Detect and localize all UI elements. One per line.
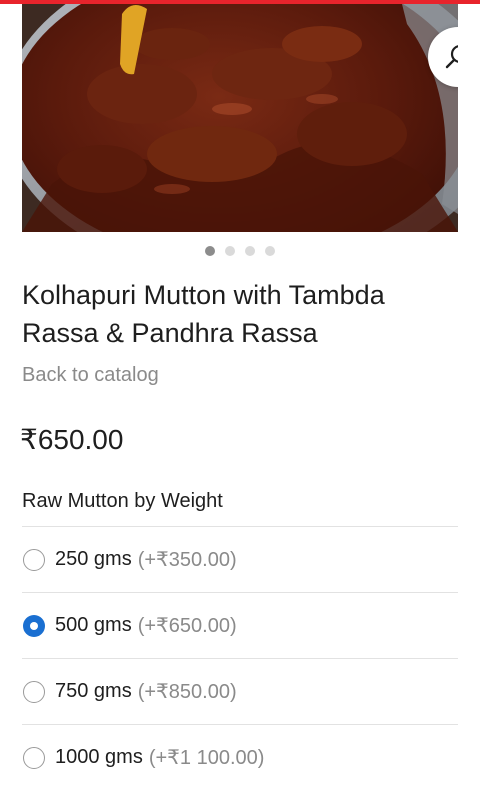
- option-label: 500 gms: [55, 614, 132, 636]
- carousel-dot-3[interactable]: [245, 246, 255, 256]
- option-label: 1000 gms: [55, 746, 143, 768]
- back-to-catalog-link[interactable]: Back to catalog: [22, 364, 159, 387]
- option-500-gms[interactable]: 500 gms (+₹650.00): [22, 593, 458, 659]
- carousel-dot-2[interactable]: [225, 246, 235, 256]
- option-1000-gms[interactable]: 1000 gms (+₹1 100.00): [22, 725, 458, 790]
- option-750-gms[interactable]: 750 gms (+₹850.00): [22, 659, 458, 725]
- product-image[interactable]: [22, 4, 458, 232]
- option-price: (+₹350.00): [137, 549, 237, 571]
- radio-button-selected[interactable]: [23, 614, 45, 637]
- option-price: (+₹850.00): [137, 681, 237, 703]
- option-price: (+₹650.00): [137, 615, 237, 637]
- radio-button[interactable]: [23, 548, 45, 571]
- radio-button[interactable]: [23, 746, 45, 769]
- food-photo: [22, 4, 458, 232]
- radio-button[interactable]: [23, 680, 45, 703]
- product-page: Kolhapuri Mutton with Tambda Rassa & Pan…: [0, 0, 480, 800]
- option-group-title: Raw Mutton by Weight: [22, 490, 223, 512]
- carousel-dots: [0, 246, 480, 256]
- carousel-dot-1[interactable]: [205, 246, 215, 256]
- product-title: Kolhapuri Mutton with Tambda Rassa & Pan…: [22, 280, 385, 348]
- weight-options: 250 gms (+₹350.00) 500 gms (+₹650.00) 75…: [22, 526, 458, 790]
- carousel-dot-4[interactable]: [265, 246, 275, 256]
- option-label: 250 gms: [55, 548, 132, 570]
- option-label: 750 gms: [55, 680, 132, 702]
- option-250-gms[interactable]: 250 gms (+₹350.00): [22, 527, 458, 593]
- option-price: (+₹1 100.00): [148, 747, 265, 769]
- search-icon: [445, 45, 458, 69]
- product-price: ₹650.00: [20, 424, 124, 455]
